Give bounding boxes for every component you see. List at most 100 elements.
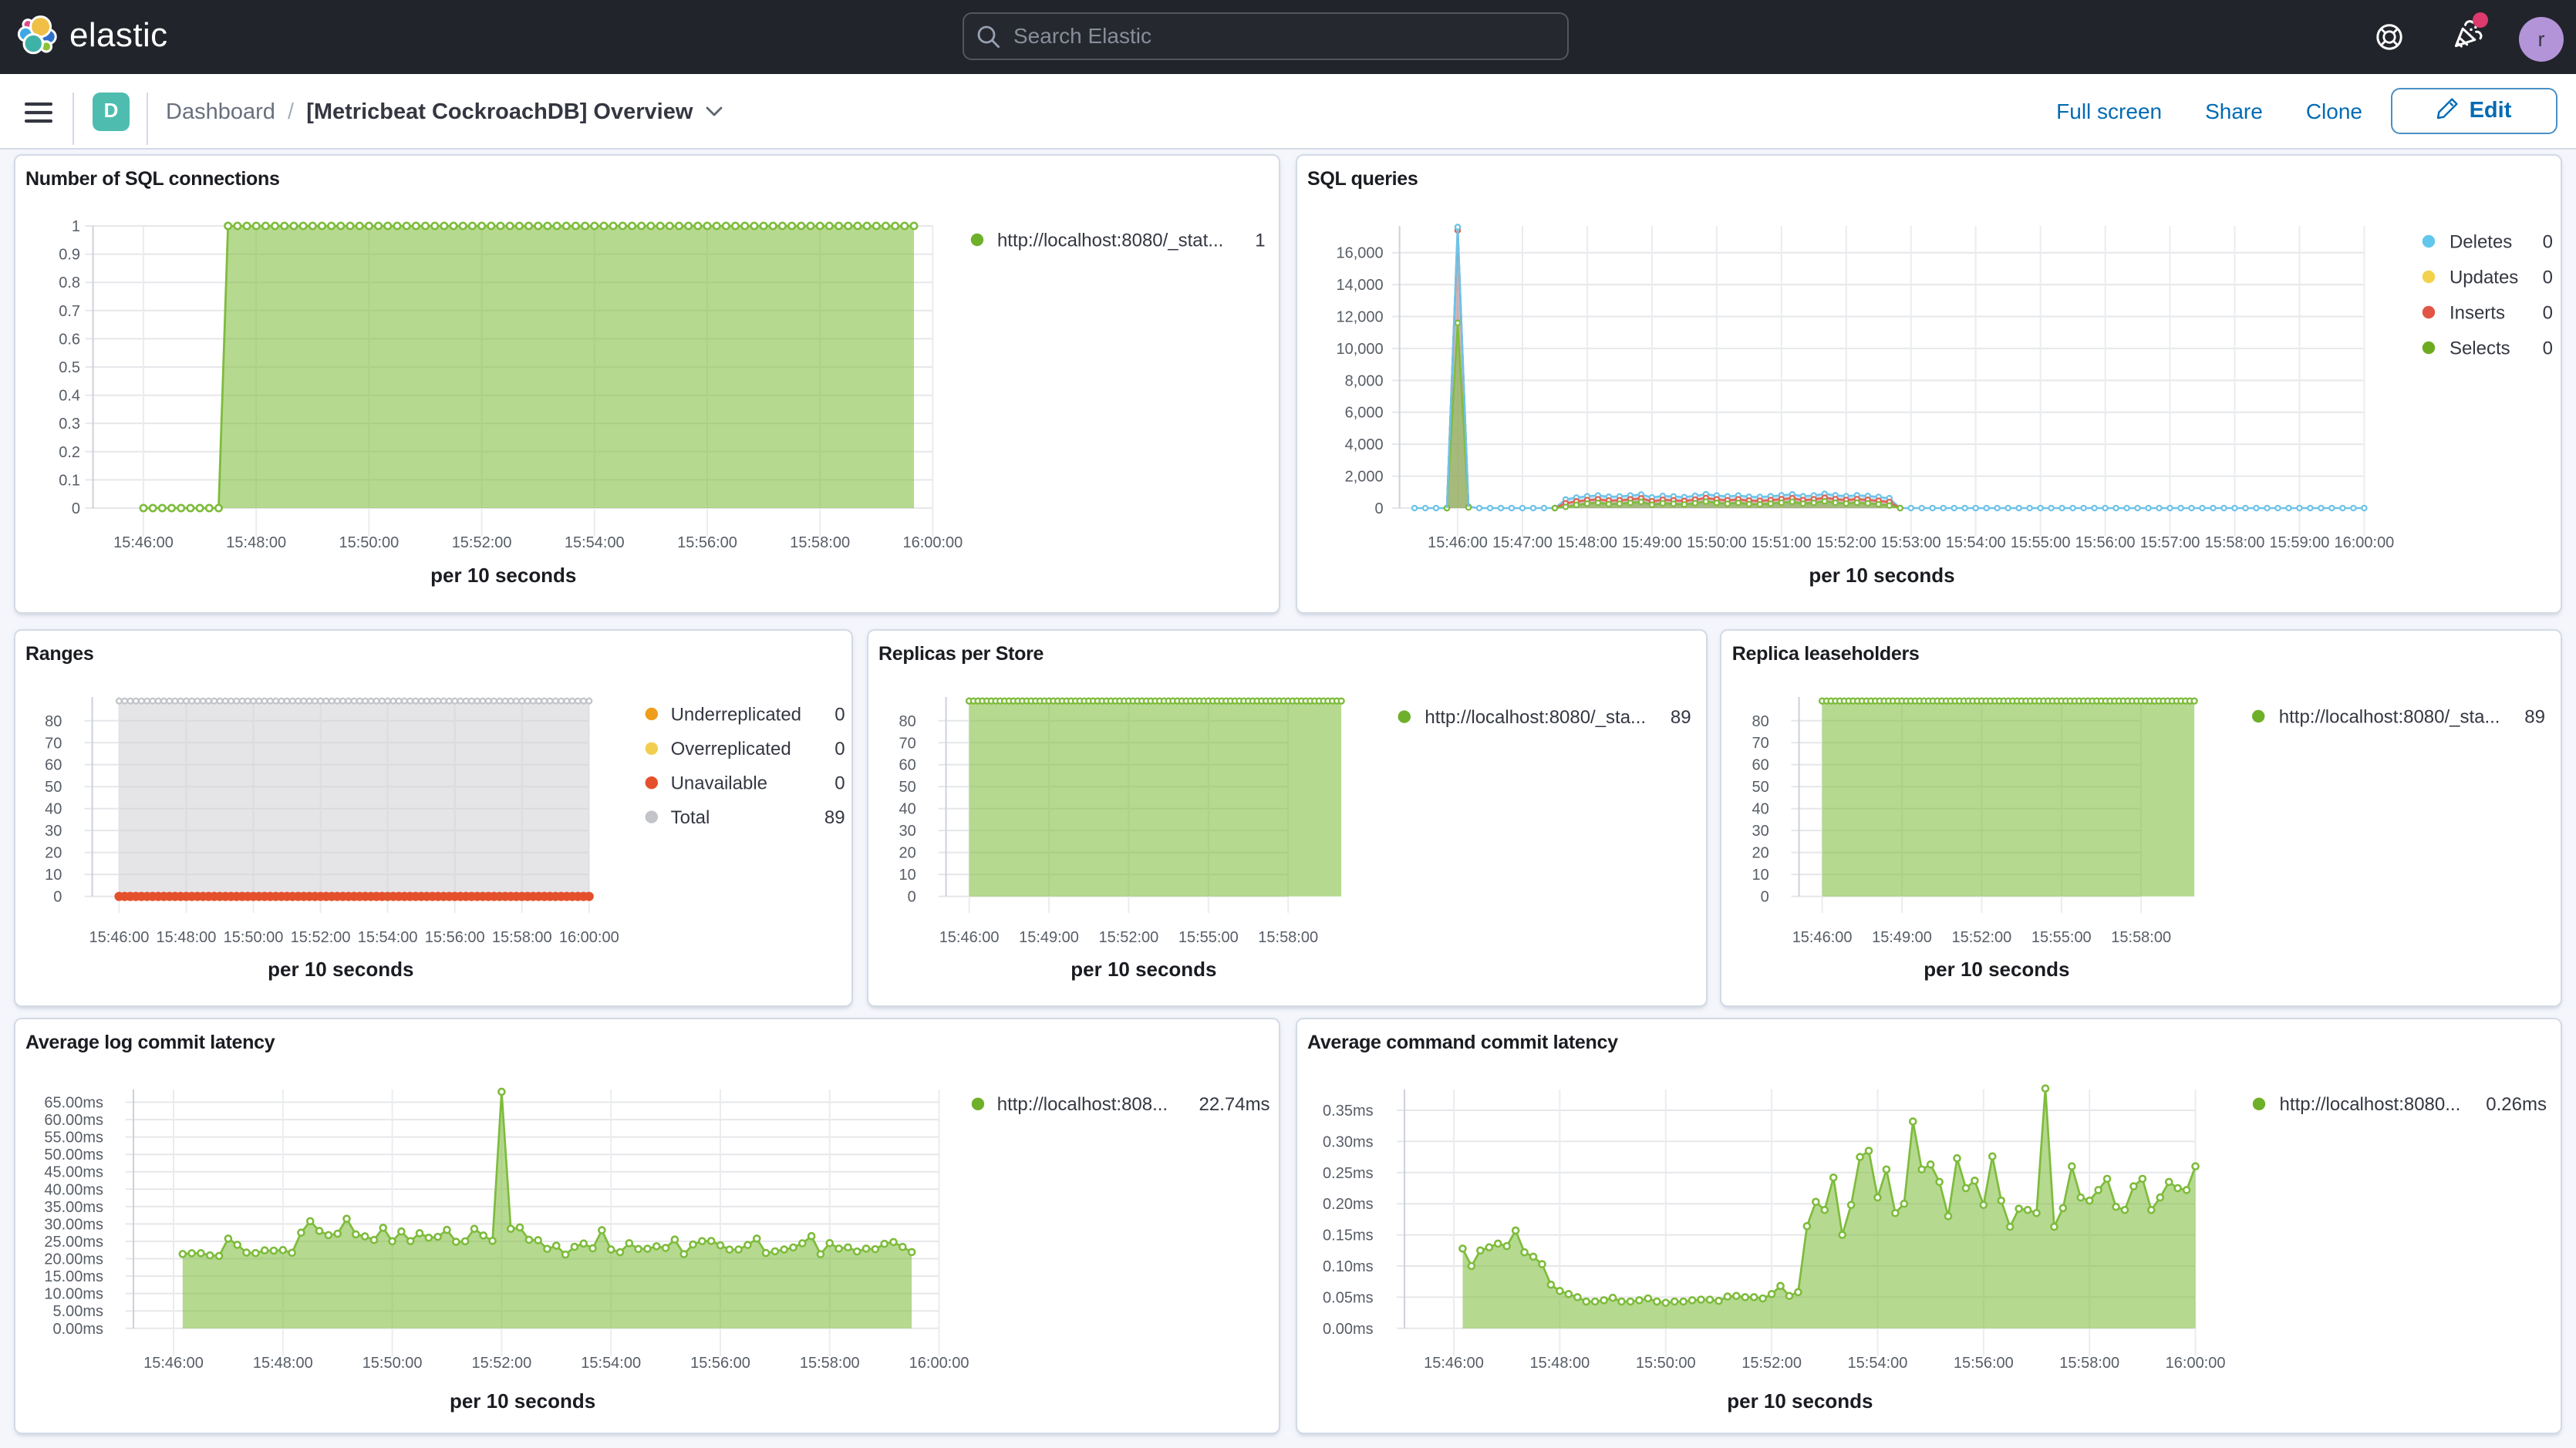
svg-text:15:54:00: 15:54:00 [565, 534, 625, 551]
svg-text:1: 1 [72, 217, 80, 234]
svg-text:15:48:00: 15:48:00 [253, 1355, 313, 1372]
svg-text:16:00:00: 16:00:00 [2166, 1355, 2226, 1372]
svg-text:4,000: 4,000 [1345, 436, 1384, 453]
svg-text:2,000: 2,000 [1345, 468, 1384, 485]
svg-text:40: 40 [45, 801, 62, 818]
svg-text:60.00ms: 60.00ms [44, 1112, 103, 1129]
svg-text:0: 0 [2543, 231, 2553, 251]
svg-text:25.00ms: 25.00ms [44, 1234, 103, 1251]
svg-text:15:46:00: 15:46:00 [1792, 929, 1853, 946]
svg-text:0.00ms: 0.00ms [1323, 1321, 1374, 1338]
svg-text:http://localhost:8080/_sta...: http://localhost:8080/_sta... [2280, 706, 2501, 727]
svg-text:15:46:00: 15:46:00 [143, 1355, 204, 1372]
svg-text:Total: Total [671, 807, 710, 828]
svg-text:80: 80 [899, 713, 916, 730]
svg-text:15:46:00: 15:46:00 [89, 929, 149, 946]
svg-text:15:48:00: 15:48:00 [1529, 1355, 1590, 1372]
svg-text:Inserts: Inserts [2450, 301, 2505, 322]
svg-text:70: 70 [1752, 735, 1769, 752]
svg-text:http://localhost:8080/_sta...: http://localhost:8080/_sta... [1425, 707, 1646, 728]
svg-text:15:56:00: 15:56:00 [677, 534, 737, 551]
svg-text:15:48:00: 15:48:00 [1557, 534, 1617, 551]
svg-text:Selects: Selects [2450, 337, 2510, 358]
svg-text:0.30ms: 0.30ms [1323, 1133, 1374, 1150]
svg-text:65.00ms: 65.00ms [44, 1095, 103, 1112]
svg-text:20: 20 [1752, 845, 1769, 862]
svg-text:http://localhost:8080...: http://localhost:8080... [2280, 1094, 2461, 1115]
svg-text:80: 80 [1752, 713, 1769, 730]
svg-text:per 10 seconds: per 10 seconds [1071, 958, 1216, 981]
svg-text:80: 80 [45, 713, 62, 730]
svg-text:15:47:00: 15:47:00 [1492, 534, 1553, 551]
svg-text:0.7: 0.7 [59, 302, 80, 319]
svg-text:15:50:00: 15:50:00 [362, 1355, 423, 1372]
svg-text:15:52:00: 15:52:00 [1098, 929, 1158, 946]
svg-text:15:52:00: 15:52:00 [1741, 1355, 1802, 1372]
svg-text:15:58:00: 15:58:00 [2112, 929, 2172, 946]
svg-text:40: 40 [1752, 801, 1769, 818]
svg-text:0: 0 [2543, 337, 2553, 358]
svg-text:15:56:00: 15:56:00 [690, 1355, 750, 1372]
svg-text:http://localhost:8080/_stat...: http://localhost:8080/_stat... [997, 229, 1223, 250]
svg-text:15:48:00: 15:48:00 [157, 929, 217, 946]
svg-text:0: 0 [53, 889, 62, 906]
svg-text:per 10 seconds: per 10 seconds [1924, 958, 2070, 981]
svg-text:15:51:00: 15:51:00 [1752, 534, 1812, 551]
svg-text:30: 30 [45, 823, 62, 840]
svg-text:0: 0 [2543, 266, 2553, 287]
svg-text:per 10 seconds: per 10 seconds [450, 1389, 595, 1413]
svg-text:15:53:00: 15:53:00 [1881, 534, 1941, 551]
svg-text:0: 0 [908, 889, 916, 906]
svg-text:60: 60 [1752, 757, 1769, 774]
svg-text:0.26ms: 0.26ms [2486, 1094, 2547, 1115]
svg-text:10: 10 [45, 867, 62, 884]
svg-text:15:50:00: 15:50:00 [1636, 1355, 1696, 1372]
svg-text:20: 20 [899, 845, 916, 862]
svg-text:15:54:00: 15:54:00 [358, 929, 418, 946]
svg-text:10,000: 10,000 [1336, 340, 1383, 357]
svg-text:50: 50 [1752, 779, 1769, 796]
svg-text:70: 70 [899, 735, 916, 752]
svg-text:15.00ms: 15.00ms [44, 1268, 103, 1285]
svg-text:15:48:00: 15:48:00 [226, 534, 286, 551]
svg-text:60: 60 [45, 757, 62, 774]
svg-text:50: 50 [45, 779, 62, 796]
svg-text:15:52:00: 15:52:00 [452, 534, 512, 551]
svg-text:per 10 seconds: per 10 seconds [1727, 1389, 1873, 1413]
svg-text:10.00ms: 10.00ms [44, 1286, 103, 1303]
svg-text:0: 0 [1761, 889, 1769, 906]
svg-text:15:56:00: 15:56:00 [2075, 534, 2136, 551]
svg-text:15:46:00: 15:46:00 [1428, 534, 1488, 551]
svg-text:15:49:00: 15:49:00 [1622, 534, 1682, 551]
svg-text:60: 60 [899, 757, 916, 774]
svg-text:15:50:00: 15:50:00 [1687, 534, 1747, 551]
svg-text:15:52:00: 15:52:00 [291, 929, 351, 946]
svg-text:Underreplicated: Underreplicated [671, 704, 801, 725]
svg-text:50.00ms: 50.00ms [44, 1147, 103, 1163]
svg-text:15:50:00: 15:50:00 [224, 929, 284, 946]
svg-text:0.8: 0.8 [59, 274, 80, 291]
svg-text:15:54:00: 15:54:00 [1848, 1355, 1908, 1372]
svg-text:15:46:00: 15:46:00 [1424, 1355, 1484, 1372]
svg-text:15:59:00: 15:59:00 [2270, 534, 2330, 551]
svg-text:16,000: 16,000 [1336, 244, 1383, 261]
svg-text:0.35ms: 0.35ms [1323, 1103, 1374, 1120]
svg-text:0.15ms: 0.15ms [1323, 1227, 1374, 1244]
svg-text:15:58:00: 15:58:00 [800, 1355, 860, 1372]
svg-text:15:54:00: 15:54:00 [1946, 534, 2006, 551]
svg-text:15:52:00: 15:52:00 [1816, 534, 1876, 551]
svg-text:15:58:00: 15:58:00 [1258, 929, 1318, 946]
svg-text:20: 20 [45, 845, 62, 862]
svg-text:15:49:00: 15:49:00 [1019, 929, 1079, 946]
svg-text:0.1: 0.1 [59, 471, 80, 488]
svg-text:10: 10 [899, 867, 916, 884]
svg-text:45.00ms: 45.00ms [44, 1164, 103, 1181]
svg-text:50: 50 [899, 779, 916, 796]
svg-text:8,000: 8,000 [1345, 372, 1384, 389]
svg-text:15:56:00: 15:56:00 [425, 929, 485, 946]
svg-text:15:58:00: 15:58:00 [2205, 534, 2265, 551]
svg-text:35.00ms: 35.00ms [44, 1199, 103, 1216]
svg-text:Updates: Updates [2450, 266, 2518, 287]
svg-text:Unavailable: Unavailable [671, 773, 767, 794]
svg-text:15:46:00: 15:46:00 [113, 534, 174, 551]
